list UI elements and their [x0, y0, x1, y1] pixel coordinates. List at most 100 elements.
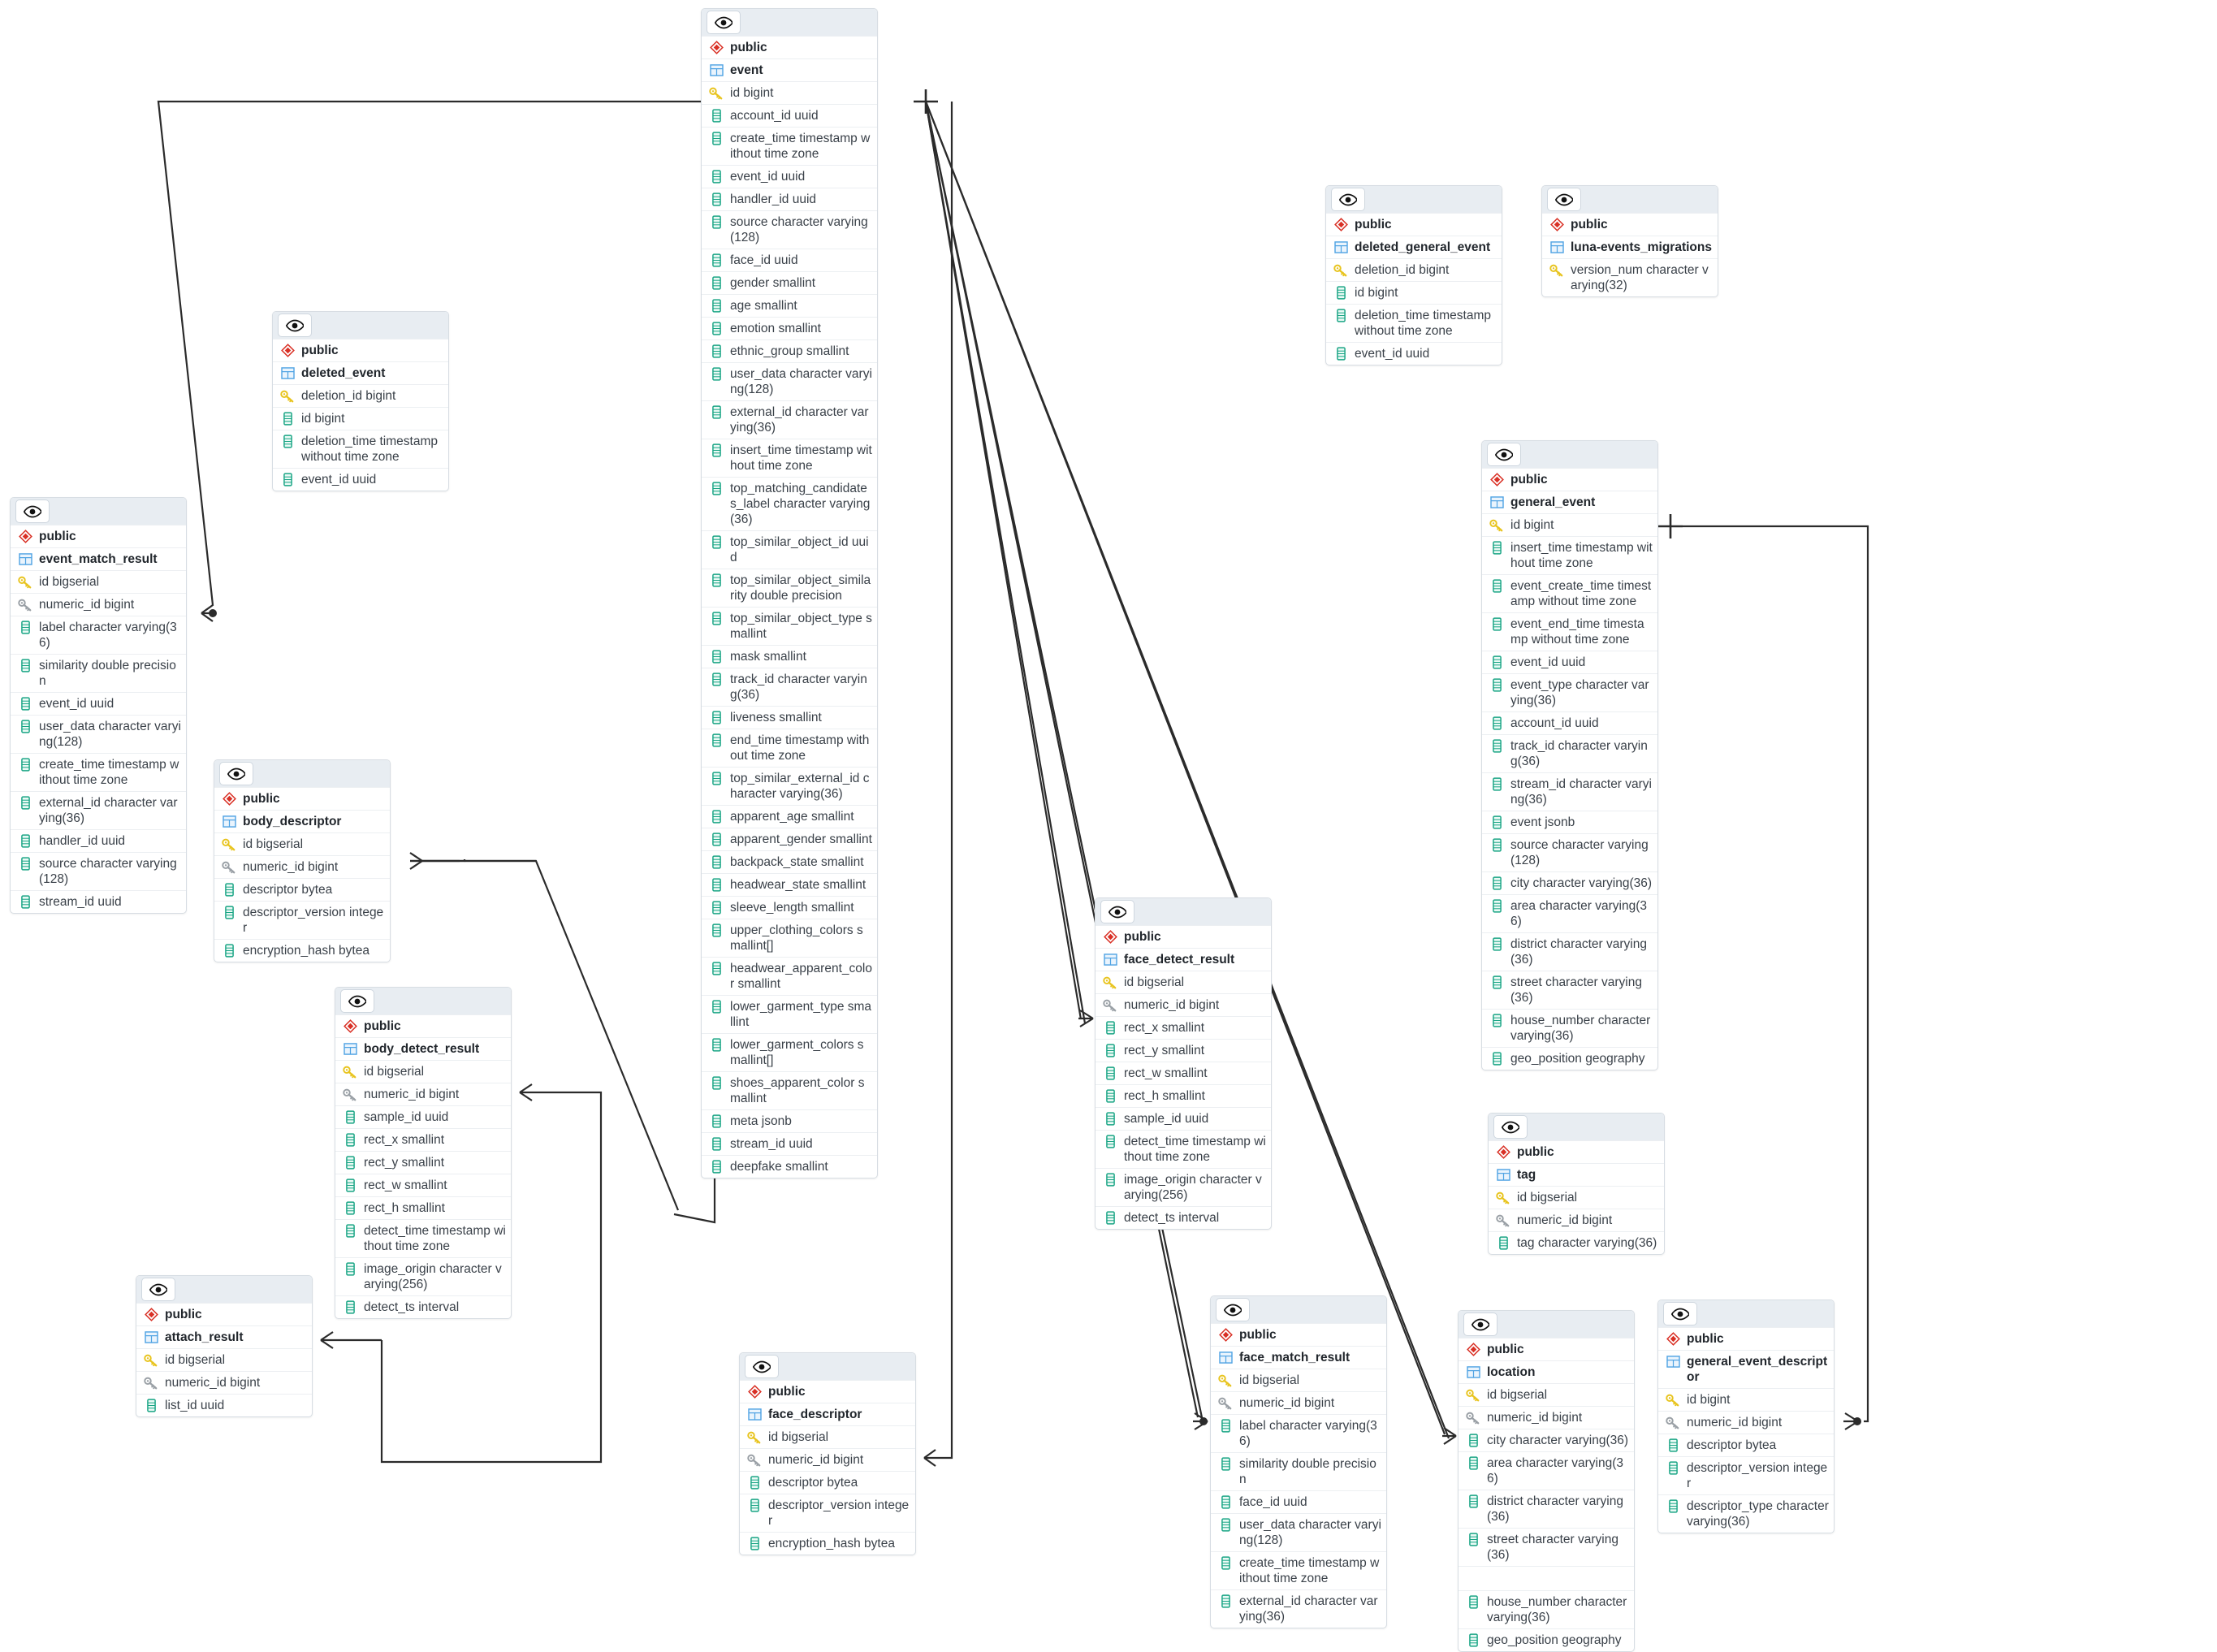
column-icon: [708, 253, 724, 268]
column-row: house_number character varying(36): [1482, 1009, 1657, 1047]
eye-icon[interactable]: [141, 1278, 175, 1301]
table-node-general_event_descriptor[interactable]: public general_event_descriptor id bigint n…: [1657, 1300, 1835, 1533]
table-node-general_event[interactable]: public general_event id bigint insert_time …: [1481, 440, 1658, 1070]
eye-icon[interactable]: [15, 499, 50, 523]
column-icon: [1465, 1633, 1481, 1648]
schema-icon: [1549, 217, 1565, 232]
column-icon: [708, 573, 724, 588]
table-header-deleted_general_event: [1326, 186, 1502, 213]
table-name: body_detect_result: [364, 1042, 480, 1056]
column-label: house_number character varying(36): [1487, 1595, 1627, 1624]
table-icon: [1333, 240, 1349, 255]
eye-icon[interactable]: [340, 989, 374, 1013]
table-node-body_detect_result[interactable]: public body_detect_result id bigserial nume…: [335, 987, 512, 1319]
column-row: event_id uuid: [11, 692, 186, 715]
column-row: create_time timestamp without time zone: [702, 127, 877, 165]
table-node-face_detect_result[interactable]: public face_detect_result id bigserial nume…: [1095, 897, 1272, 1230]
column-label: house_number character varying(36): [1510, 1014, 1651, 1043]
foreign-key-row: numeric_id bigint: [1211, 1391, 1386, 1414]
table-header-body_descriptor: [214, 760, 390, 787]
column-row: descriptor bytea: [214, 878, 390, 901]
column-label: meta jsonb: [730, 1114, 792, 1128]
eye-icon[interactable]: [707, 11, 741, 34]
eye-icon[interactable]: [1331, 188, 1365, 211]
eye-icon[interactable]: [1493, 1115, 1528, 1139]
column-row: account_id uuid: [702, 104, 877, 127]
table-header-event_match_result: [11, 498, 186, 525]
eye-icon[interactable]: [1663, 1302, 1697, 1325]
column-icon: [1665, 1460, 1681, 1476]
eye-icon[interactable]: [1487, 443, 1521, 466]
table-node-attach_result[interactable]: public attach_result id bigserial numeric_i…: [136, 1275, 313, 1417]
column-row: sleeve_length smallint: [702, 896, 877, 919]
column-icon: [1489, 815, 1505, 830]
column-icon: [342, 1200, 358, 1216]
column-row: user_data character varying(128): [1211, 1513, 1386, 1551]
column-label: handler_id uuid: [39, 834, 126, 848]
column-icon: [708, 809, 724, 824]
column-icon: [1333, 346, 1349, 361]
table-icon: [279, 365, 296, 381]
column-row: rect_x smallint: [335, 1128, 511, 1151]
column-row: house_number character varying(36): [1459, 1590, 1634, 1628]
eye-icon[interactable]: [278, 314, 312, 337]
table-icon: [1489, 495, 1505, 510]
column-label: sample_id uuid: [364, 1110, 449, 1124]
column-icon: [1489, 716, 1505, 731]
table-node-deleted_general_event[interactable]: public deleted_general_event deletion_id b…: [1325, 185, 1502, 365]
column-icon: [1333, 308, 1349, 323]
column-row: label character varying(36): [1211, 1414, 1386, 1452]
foreign-key-icon: [1665, 1415, 1681, 1430]
column-label: id bigserial: [165, 1353, 226, 1367]
column-label: street character varying(36): [1510, 975, 1642, 1005]
table-node-location[interactable]: public location id bigserial numeric_id big…: [1458, 1310, 1635, 1652]
column-label: backpack_state smallint: [730, 855, 864, 869]
column-row: backpack_state smallint: [702, 850, 877, 873]
column-label: id bigserial: [39, 575, 100, 589]
column-row: event_id uuid: [702, 165, 877, 188]
column-row: descriptor_version integer: [1658, 1456, 1834, 1494]
eye-icon[interactable]: [219, 762, 253, 785]
column-label: headwear_apparent_color smallint: [730, 962, 872, 991]
table-node-face_match_result[interactable]: public face_match_result id bigserial numer…: [1210, 1295, 1387, 1628]
table-node-tag[interactable]: public tag id bigserial numeric_id bigint ta…: [1488, 1113, 1665, 1255]
column-icon: [221, 882, 237, 897]
eye-icon[interactable]: [1463, 1313, 1497, 1336]
eye-icon[interactable]: [1547, 188, 1581, 211]
table-node-event_match_result[interactable]: public event_match_result id bigserial nume…: [10, 497, 187, 914]
foreign-key-icon: [1217, 1395, 1234, 1411]
schema-row: public: [1489, 1140, 1664, 1163]
column-row: detect_time timestamp without time zone: [1096, 1130, 1271, 1168]
column-label: stream_id character varying(36): [1510, 777, 1653, 807]
column-row: list_id uuid: [136, 1394, 312, 1416]
primary-key-row: id bigserial: [214, 832, 390, 855]
eye-icon[interactable]: [1216, 1298, 1250, 1321]
schema-label: public: [39, 530, 76, 543]
column-row: event_id uuid: [273, 468, 448, 491]
table-node-event[interactable]: public event id bigint account_id uuid creat…: [701, 8, 878, 1178]
eye-icon[interactable]: [745, 1355, 779, 1378]
column-row: geo_position geography: [1459, 1628, 1634, 1651]
key-icon: [342, 1064, 358, 1079]
foreign-key-row: numeric_id bigint: [136, 1371, 312, 1394]
key-icon: [143, 1352, 159, 1368]
eye-icon[interactable]: [1100, 900, 1134, 923]
table-name-row: event_match_result: [11, 547, 186, 570]
column-label: mask smallint: [730, 650, 806, 664]
table-icon: [17, 551, 33, 567]
table-node-body_descriptor[interactable]: public body_descriptor id bigserial numeric…: [214, 759, 391, 962]
erd-canvas[interactable]: public event id bigint account_id uuid creat…: [0, 0, 2217, 1652]
schema-label: public: [1239, 1328, 1277, 1342]
column-label: top_similar_object_type smallint: [730, 612, 872, 641]
table-node-deleted_event[interactable]: public deleted_event deletion_id bigint id …: [272, 311, 449, 491]
table-node-luna_events_migrations[interactable]: public luna-events_migrations version_num …: [1541, 185, 1718, 297]
table-node-face_descriptor[interactable]: public face_descriptor id bigserial numeric…: [739, 1352, 916, 1555]
column-icon: [1489, 776, 1505, 792]
table-icon: [1217, 1350, 1234, 1365]
column-row: ethnic_group smallint: [702, 339, 877, 362]
key-icon: [17, 574, 33, 590]
column-icon: [1217, 1418, 1234, 1434]
column-row: handler_id uuid: [702, 188, 877, 210]
column-row: geo_position geography: [1482, 1047, 1657, 1070]
table-icon: [1549, 240, 1565, 255]
